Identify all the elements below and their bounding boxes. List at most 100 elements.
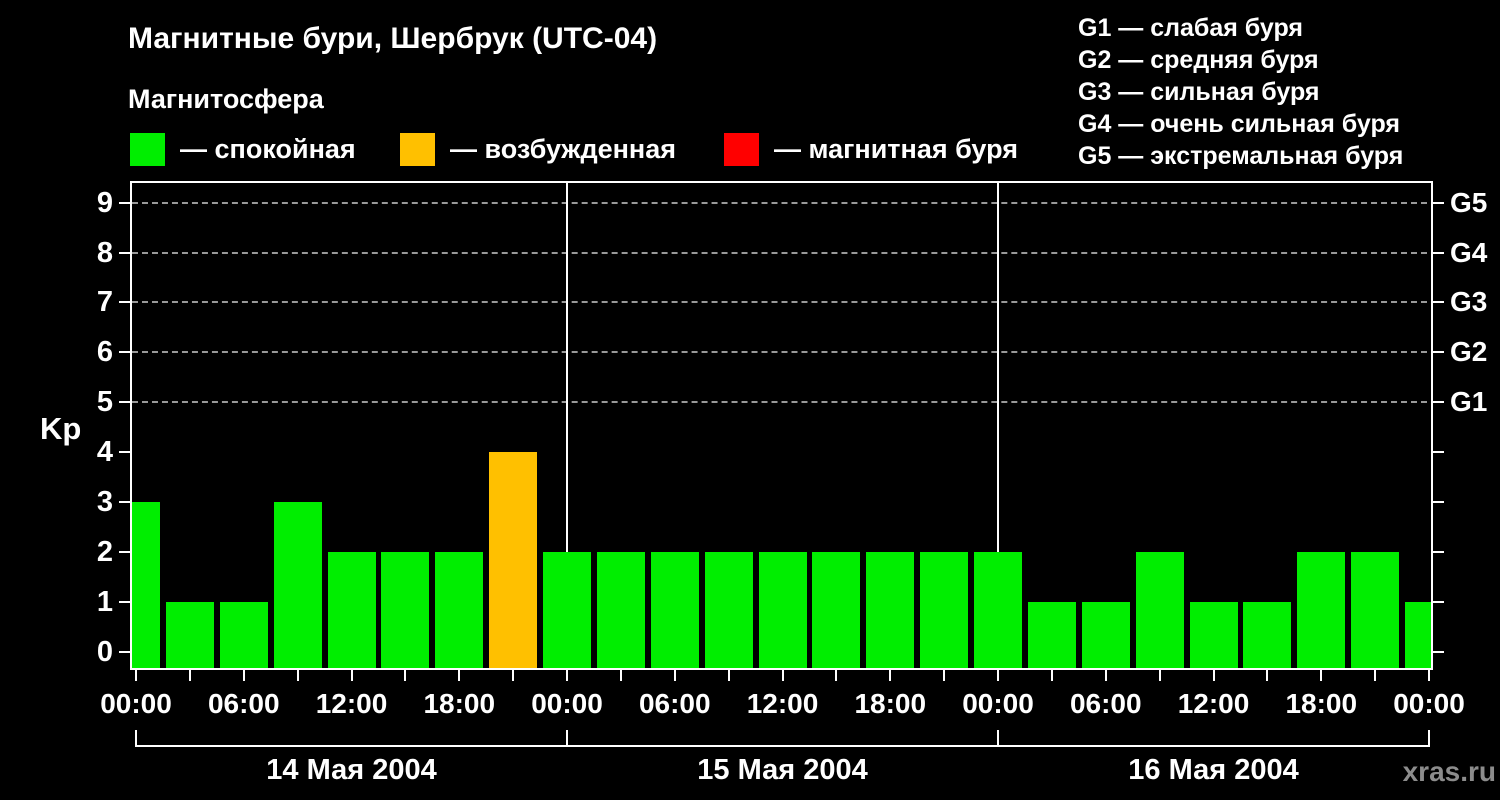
kp-bar bbox=[220, 602, 268, 668]
kp-bar bbox=[1405, 602, 1433, 668]
y-tick-label: 0 bbox=[55, 635, 113, 669]
y-tick-label: 5 bbox=[55, 385, 113, 419]
x-tick bbox=[135, 670, 137, 681]
x-tick bbox=[351, 670, 353, 681]
chart-subtitle: Магнитосфера bbox=[128, 84, 324, 115]
x-tick-label: 00:00 bbox=[88, 690, 184, 718]
day-bracket-riser bbox=[135, 730, 137, 747]
kp-bar bbox=[651, 552, 699, 668]
x-tick-label: 18:00 bbox=[842, 690, 938, 718]
x-tick bbox=[1266, 670, 1268, 681]
kp-bar bbox=[435, 552, 483, 668]
day-label: 14 Мая 2004 bbox=[192, 754, 512, 786]
g-legend-line: G4 — очень сильная буря bbox=[1078, 108, 1403, 140]
y-tick-label: 3 bbox=[55, 485, 113, 519]
chart-title: Магнитные бури, Шербрук (UTC-04) bbox=[128, 22, 657, 56]
x-tick-label: 12:00 bbox=[1166, 690, 1262, 718]
legend-item: — магнитная буря bbox=[724, 133, 1018, 166]
day-bracket-riser bbox=[566, 730, 568, 747]
kp-bar bbox=[705, 552, 753, 668]
kp-bar bbox=[543, 552, 591, 668]
watermark: xras.ru bbox=[1340, 756, 1496, 788]
y-tick-label: 9 bbox=[55, 186, 113, 220]
x-tick bbox=[404, 670, 406, 681]
y-tick-left bbox=[119, 601, 131, 603]
kp-bar bbox=[759, 552, 807, 668]
day-label: 15 Мая 2004 bbox=[623, 754, 943, 786]
x-tick bbox=[1213, 670, 1215, 681]
x-tick bbox=[189, 670, 191, 681]
kp-bar bbox=[1136, 552, 1184, 668]
x-tick bbox=[458, 670, 460, 681]
y-tick-right bbox=[1432, 601, 1444, 603]
x-tick-label: 12:00 bbox=[304, 690, 400, 718]
y-tick-right bbox=[1432, 301, 1444, 303]
x-tick bbox=[620, 670, 622, 681]
kp-bar bbox=[328, 552, 376, 668]
x-tick bbox=[997, 670, 999, 681]
y-tick-right bbox=[1432, 252, 1444, 254]
kp-bar bbox=[489, 452, 537, 668]
kp-bar bbox=[130, 502, 160, 668]
x-tick bbox=[889, 670, 891, 681]
x-tick bbox=[1320, 670, 1322, 681]
kp-bar bbox=[920, 552, 968, 668]
y-tick-left bbox=[119, 551, 131, 553]
kp-bar bbox=[1028, 602, 1076, 668]
grid-line bbox=[132, 351, 1427, 353]
day-label: 16 Мая 2004 bbox=[1054, 754, 1374, 786]
y-tick-label: 2 bbox=[55, 535, 113, 569]
g-legend-line: G1 — слабая буря bbox=[1078, 12, 1403, 44]
x-tick bbox=[1374, 670, 1376, 681]
g-scale-label: G2 bbox=[1450, 336, 1500, 368]
legend-swatch-quiet bbox=[130, 133, 165, 166]
kp-bar bbox=[1351, 552, 1399, 668]
x-tick bbox=[728, 670, 730, 681]
x-tick bbox=[512, 670, 514, 681]
g-scale-label: G4 bbox=[1450, 237, 1500, 269]
grid-line bbox=[132, 252, 1427, 254]
x-tick-label: 06:00 bbox=[627, 690, 723, 718]
y-tick-label: 6 bbox=[55, 335, 113, 369]
y-tick-label: 1 bbox=[55, 585, 113, 619]
g-legend-line: G5 — экстремальная буря bbox=[1078, 140, 1403, 172]
x-tick-label: 12:00 bbox=[735, 690, 831, 718]
y-tick-label: 4 bbox=[55, 435, 113, 469]
g-legend-line: G3 — сильная буря bbox=[1078, 76, 1403, 108]
plot-area bbox=[130, 181, 1433, 670]
y-tick-left bbox=[119, 451, 131, 453]
kp-bar bbox=[166, 602, 214, 668]
x-tick bbox=[566, 670, 568, 681]
x-tick-label: 00:00 bbox=[950, 690, 1046, 718]
y-tick-right bbox=[1432, 351, 1444, 353]
g-legend-line: G2 — средняя буря bbox=[1078, 44, 1403, 76]
legend-label: — магнитная буря bbox=[774, 134, 1018, 165]
x-tick-label: 18:00 bbox=[1273, 690, 1369, 718]
kp-bar bbox=[866, 552, 914, 668]
y-tick-right bbox=[1432, 202, 1444, 204]
x-tick bbox=[782, 670, 784, 681]
x-tick bbox=[297, 670, 299, 681]
kp-bar bbox=[812, 552, 860, 668]
y-tick-left bbox=[119, 202, 131, 204]
x-tick bbox=[835, 670, 837, 681]
y-tick-label: 7 bbox=[55, 285, 113, 319]
grid-line bbox=[132, 202, 1427, 204]
y-tick-left bbox=[119, 501, 131, 503]
x-tick bbox=[1051, 670, 1053, 681]
x-tick-label: 18:00 bbox=[411, 690, 507, 718]
g-scale-legend: G1 — слабая буряG2 — средняя буряG3 — си… bbox=[1078, 12, 1403, 172]
legend-swatch-excited bbox=[400, 133, 435, 166]
y-tick-left bbox=[119, 651, 131, 653]
y-tick-right bbox=[1432, 401, 1444, 403]
g-scale-label: G1 bbox=[1450, 386, 1500, 418]
legend-label: — спокойная bbox=[180, 134, 356, 165]
kp-bar bbox=[974, 552, 1022, 668]
x-tick-label: 06:00 bbox=[196, 690, 292, 718]
legend-swatch-storm bbox=[724, 133, 759, 166]
kp-bar bbox=[1297, 552, 1345, 668]
y-tick-left bbox=[119, 401, 131, 403]
kp-bar bbox=[597, 552, 645, 668]
x-tick-label: 00:00 bbox=[1381, 690, 1477, 718]
day-bracket-line bbox=[136, 745, 1429, 747]
